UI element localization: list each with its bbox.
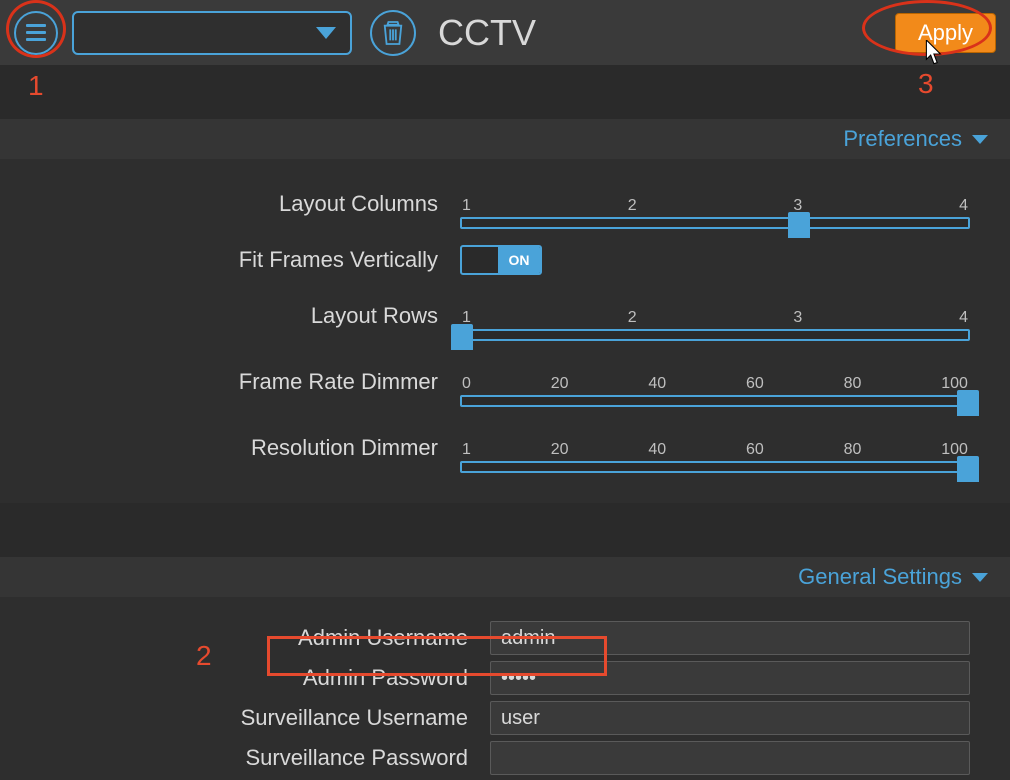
section-title-preferences: Preferences [843,126,962,152]
chevron-down-icon [972,135,988,144]
trash-icon[interactable] [370,10,416,56]
top-bar: CCTV Apply [0,0,1010,65]
layout-columns-slider[interactable]: 1 2 3 4 [460,179,970,229]
admin-password-label: Admin Password [40,665,490,691]
layout-rows-slider[interactable]: 1 2 3 4 [460,291,970,341]
surveillance-password-label: Surveillance Password [40,745,490,771]
section-header-preferences[interactable]: Preferences [0,119,1010,159]
preset-dropdown[interactable] [72,11,352,55]
layout-columns-label: Layout Columns [40,191,460,217]
slider-ticks: 1 2 3 4 [460,309,970,327]
slider-ticks: 0 20 40 60 80 100 [460,375,970,393]
section-title-general: General Settings [798,564,962,590]
resolution-dimmer-slider[interactable]: 1 20 40 60 80 100 [460,423,970,473]
toggle-state: ON [498,247,540,273]
slider-ticks: 1 20 40 60 80 100 [460,441,970,459]
surveillance-username-label: Surveillance Username [40,705,490,731]
section-header-general[interactable]: General Settings [0,557,1010,597]
slider-ticks: 1 2 3 4 [460,197,970,215]
layout-rows-label: Layout Rows [40,303,460,329]
fit-frames-label: Fit Frames Vertically [40,247,460,273]
fit-frames-toggle[interactable]: ON [460,245,542,275]
chevron-down-icon [316,27,336,39]
frame-rate-dimmer-slider[interactable]: 0 20 40 60 80 100 [460,357,970,407]
chevron-down-icon [972,573,988,582]
frame-rate-dimmer-label: Frame Rate Dimmer [40,369,460,395]
surveillance-password-input[interactable] [490,741,970,775]
page-title: CCTV [438,12,536,54]
surveillance-username-input[interactable] [490,701,970,735]
preferences-panel: Layout Columns 1 2 3 4 Fit Frames Vertic… [0,159,1010,503]
resolution-dimmer-label: Resolution Dimmer [40,435,460,461]
admin-password-input[interactable] [490,661,970,695]
admin-username-label: Admin Username [40,625,490,651]
menu-icon[interactable] [14,11,58,55]
admin-username-input[interactable] [490,621,970,655]
general-settings-panel: Admin Username Admin Password Surveillan… [0,597,1010,780]
apply-button[interactable]: Apply [895,13,996,53]
